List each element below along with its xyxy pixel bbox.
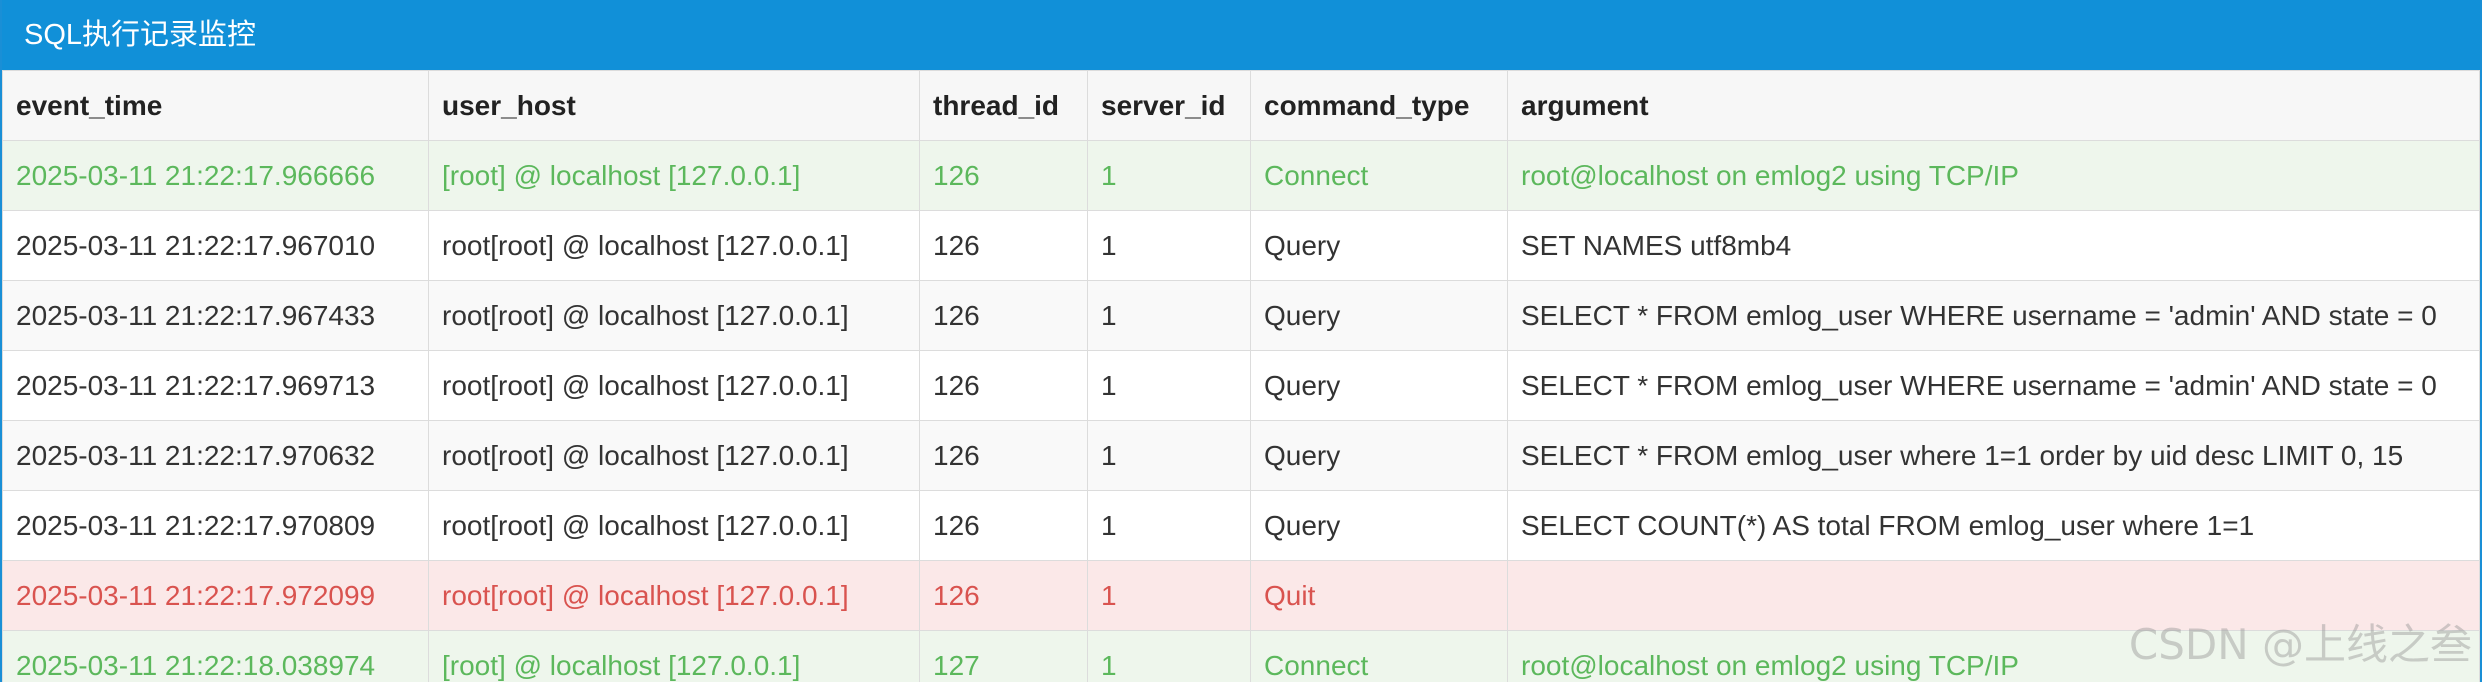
cell-user-host: root[root] @ localhost [127.0.0.1] [428, 560, 920, 631]
table-row[interactable]: 2025-03-11 21:22:17.970809 root[root] @ l… [2, 490, 2480, 561]
cell-thread-id: 126 [919, 280, 1088, 351]
cell-argument: SELECT * FROM emlog_user WHERE username … [1507, 280, 2480, 351]
column-header-user-host[interactable]: user_host [428, 70, 920, 141]
cell-command-type: Query [1250, 280, 1508, 351]
cell-thread-id: 126 [919, 210, 1088, 281]
cell-event-time: 2025-03-11 21:22:17.967010 [2, 210, 429, 281]
cell-user-host: [root] @ localhost [127.0.0.1] [428, 140, 920, 211]
cell-command-type: Query [1250, 420, 1508, 491]
panel-title: SQL执行记录监控 [2, 0, 2480, 70]
cell-command-type: Query [1250, 210, 1508, 281]
cell-thread-id: 126 [919, 420, 1088, 491]
column-header-argument[interactable]: argument [1507, 70, 2480, 141]
table-row[interactable]: 2025-03-11 21:22:17.967010 root[root] @ l… [2, 210, 2480, 281]
cell-server-id: 1 [1087, 350, 1251, 421]
cell-argument: SELECT COUNT(*) AS total FROM emlog_user… [1507, 490, 2480, 561]
cell-argument: SET NAMES utf8mb4 [1507, 210, 2480, 281]
cell-user-host: [root] @ localhost [127.0.0.1] [428, 630, 920, 682]
cell-event-time: 2025-03-11 21:22:17.970809 [2, 490, 429, 561]
cell-server-id: 1 [1087, 280, 1251, 351]
cell-user-host: root[root] @ localhost [127.0.0.1] [428, 350, 920, 421]
cell-server-id: 1 [1087, 560, 1251, 631]
table-row[interactable]: 2025-03-11 21:22:17.972099 root[root] @ l… [2, 560, 2480, 631]
header-row: event_time user_host thread_id server_id… [2, 70, 2480, 141]
cell-server-id: 1 [1087, 140, 1251, 211]
cell-thread-id: 126 [919, 350, 1088, 421]
cell-event-time: 2025-03-11 21:22:17.972099 [2, 560, 429, 631]
cell-server-id: 1 [1087, 420, 1251, 491]
table-row[interactable]: 2025-03-11 21:22:17.966666 [root] @ local… [2, 140, 2480, 211]
cell-thread-id: 126 [919, 490, 1088, 561]
sql-monitor-panel: SQL执行记录监控 event_time user_host thread_id… [0, 0, 2482, 682]
column-header-command-type[interactable]: command_type [1250, 70, 1508, 141]
table-row[interactable]: 2025-03-11 21:22:17.967433 root[root] @ l… [2, 280, 2480, 351]
cell-server-id: 1 [1087, 490, 1251, 561]
cell-argument: SELECT * FROM emlog_user where 1=1 order… [1507, 420, 2480, 491]
cell-user-host: root[root] @ localhost [127.0.0.1] [428, 420, 920, 491]
cell-event-time: 2025-03-11 21:22:17.966666 [2, 140, 429, 211]
sql-log-table: event_time user_host thread_id server_id… [2, 70, 2480, 682]
column-header-thread-id[interactable]: thread_id [919, 70, 1088, 141]
table-header: event_time user_host thread_id server_id… [2, 70, 2480, 141]
cell-thread-id: 127 [919, 630, 1088, 682]
cell-argument: root@localhost on emlog2 using TCP/IP [1507, 630, 2480, 682]
table-body: 2025-03-11 21:22:17.966666 [root] @ local… [2, 140, 2480, 682]
cell-argument: SELECT * FROM emlog_user WHERE username … [1507, 350, 2480, 421]
cell-server-id: 1 [1087, 210, 1251, 281]
cell-user-host: root[root] @ localhost [127.0.0.1] [428, 210, 920, 281]
table-row[interactable]: 2025-03-11 21:22:18.038974 [root] @ local… [2, 630, 2480, 682]
cell-event-time: 2025-03-11 21:22:17.969713 [2, 350, 429, 421]
cell-event-time: 2025-03-11 21:22:17.967433 [2, 280, 429, 351]
cell-command-type: Connect [1250, 630, 1508, 682]
cell-event-time: 2025-03-11 21:22:18.038974 [2, 630, 429, 682]
cell-command-type: Query [1250, 490, 1508, 561]
cell-command-type: Query [1250, 350, 1508, 421]
table-row[interactable]: 2025-03-11 21:22:17.969713 root[root] @ l… [2, 350, 2480, 421]
cell-thread-id: 126 [919, 560, 1088, 631]
cell-command-type: Quit [1250, 560, 1508, 631]
cell-user-host: root[root] @ localhost [127.0.0.1] [428, 280, 920, 351]
cell-argument: root@localhost on emlog2 using TCP/IP [1507, 140, 2480, 211]
column-header-server-id[interactable]: server_id [1087, 70, 1251, 141]
column-header-event-time[interactable]: event_time [2, 70, 429, 141]
cell-command-type: Connect [1250, 140, 1508, 211]
cell-event-time: 2025-03-11 21:22:17.970632 [2, 420, 429, 491]
cell-thread-id: 126 [919, 140, 1088, 211]
table-row[interactable]: 2025-03-11 21:22:17.970632 root[root] @ l… [2, 420, 2480, 491]
cell-server-id: 1 [1087, 630, 1251, 682]
cell-argument [1507, 560, 2480, 631]
cell-user-host: root[root] @ localhost [127.0.0.1] [428, 490, 920, 561]
